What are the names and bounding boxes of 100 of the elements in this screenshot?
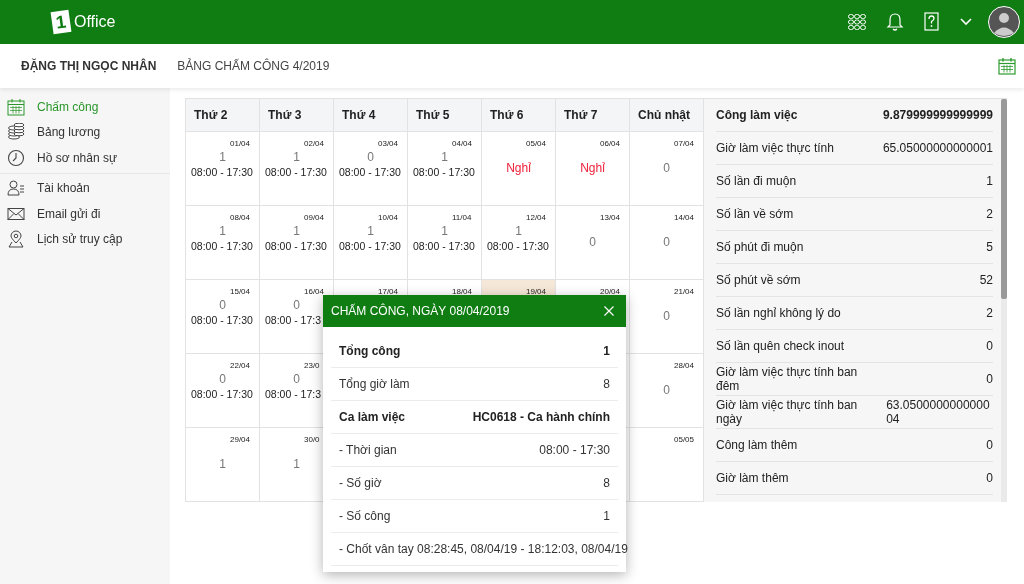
day-off-label: Nghỉ — [580, 161, 605, 175]
apps-grid-icon[interactable] — [848, 14, 866, 30]
summary-label: Số lần quên check inout — [716, 339, 845, 353]
workday-count: 1 — [219, 457, 226, 471]
notification-bell-icon[interactable] — [886, 12, 904, 32]
summary-value: 2 — [986, 306, 993, 320]
day-cell[interactable]: 05/04 Nghỉ — [482, 132, 556, 206]
workday-count: 1 — [367, 224, 374, 238]
workday-count: 1 — [293, 457, 300, 471]
summary-value: 52 — [979, 273, 993, 287]
day-cell[interactable]: 09/04 1 08:00 - 17:30 — [260, 206, 334, 280]
day-cell[interactable]: 21/04 0 — [630, 280, 704, 354]
day-cell[interactable]: 15/04 0 08:00 - 17:30 — [186, 280, 260, 354]
day-cell[interactable]: 03/04 0 08:00 - 17:30 — [334, 132, 408, 206]
day-cell[interactable]: 10/04 1 08:00 - 17:30 — [334, 206, 408, 280]
column-header: Thứ 6 — [482, 99, 556, 132]
day-date: 06/04 — [600, 139, 622, 149]
shift-time: 08:00 - 17:30 — [338, 166, 402, 178]
shift-time: 08:00 - 17:30 — [190, 388, 254, 400]
shift-time: 08:00 - 17:30 — [264, 240, 328, 252]
detail-value: 1 — [603, 344, 610, 358]
shift-time: 08:00 - 17:3 — [264, 388, 323, 400]
logo-text: Office — [74, 13, 116, 31]
shift-time: 08:00 - 17:30 — [412, 166, 476, 178]
detail-label: Tổng giờ làm — [339, 377, 410, 391]
workday-count: 0 — [219, 372, 226, 386]
day-off-label: Nghỉ — [506, 161, 531, 175]
summary-label: Số lần đi muộn — [716, 174, 797, 188]
workday-count: 0 — [589, 235, 596, 249]
day-cell[interactable]: 22/04 0 08:00 - 17:30 — [186, 354, 260, 428]
avatar-icon[interactable] — [988, 6, 1020, 38]
day-cell[interactable]: 28/04 0 — [630, 354, 704, 428]
sidebar-item[interactable]: Hồ sơ nhân sự — [0, 145, 170, 171]
detail-label: - Thời gian — [339, 443, 397, 457]
day-cell[interactable]: 05/05 — [630, 428, 704, 502]
workday-count: 1 — [441, 150, 448, 164]
detail-label: - Số công — [339, 509, 391, 523]
workday-count: 1 — [515, 224, 522, 238]
summary-value: 65.05000000000001 — [882, 141, 993, 155]
summary-label: Giờ làm thêm — [716, 471, 789, 485]
workday-count: 1 — [441, 224, 448, 238]
summary-value: 1 — [986, 174, 993, 188]
day-cell[interactable]: 08/04 1 08:00 - 17:30 — [186, 206, 260, 280]
day-cell[interactable]: 02/04 1 08:00 - 17:30 — [260, 132, 334, 206]
day-date: 05/04 — [526, 139, 548, 149]
detail-text: - Chốt vân tay 08:28:45, 08/04/19 - 18:12:03, 08/04/19 — [339, 542, 628, 556]
workday-count: 1 — [219, 224, 226, 238]
day-date: 11/04 — [452, 213, 473, 223]
summary-label: Giờ làm việc thực tính ban ngày — [716, 398, 859, 426]
page-title: BẢNG CHẤM CÔNG 4/2019 — [177, 59, 330, 73]
day-date: 15/04 — [230, 287, 252, 297]
day-date: 14/04 — [674, 213, 696, 223]
shift-time: 08:00 - 17:30 — [412, 240, 476, 252]
day-date: 09/04 — [304, 213, 326, 223]
sidebar-item[interactable]: Chấm công — [0, 94, 170, 120]
scrollbar[interactable] — [1001, 99, 1007, 502]
user-name: ĐẶNG THỊ NGỌC NHÂN — [21, 59, 157, 73]
close-icon[interactable] — [604, 306, 614, 316]
day-cell[interactable]: 12/04 1 08:00 - 17:30 — [482, 206, 556, 280]
day-date: 10/04 — [378, 213, 400, 223]
day-date: 19/04 — [526, 287, 548, 297]
summary-value: 63.050000000000004 — [886, 398, 991, 426]
calendar-icon[interactable] — [998, 57, 1016, 75]
day-cell[interactable]: 13/04 0 — [556, 206, 630, 280]
day-cell[interactable]: 29/04 1 — [186, 428, 260, 502]
day-date: 22/04 — [230, 361, 252, 371]
column-header: Thứ 4 — [334, 99, 408, 132]
summary-label: Số phút về sớm — [716, 273, 801, 287]
day-cell[interactable]: 01/04 1 08:00 - 17:30 — [186, 132, 260, 206]
summary-label: Công làm việc — [716, 108, 798, 122]
day-cell[interactable]: 07/04 0 — [630, 132, 704, 206]
day-date: 30/0 — [304, 435, 321, 445]
sidebar-item[interactable]: Tài khoản — [0, 175, 170, 201]
summary-value: 0 — [986, 372, 993, 386]
sidebar-item[interactable]: Bảng lương — [0, 119, 170, 145]
day-cell[interactable]: 14/04 0 — [630, 206, 704, 280]
sidebar-item[interactable]: Lịch sử truy cập — [0, 226, 170, 252]
summary-label: Công làm thêm — [716, 438, 798, 452]
summary-value: 0 — [986, 471, 993, 485]
summary-value: 5 — [986, 240, 993, 254]
workday-count: 1 — [293, 150, 300, 164]
workday-count: 0 — [219, 298, 226, 312]
chevron-down-icon[interactable] — [960, 18, 972, 26]
summary-label: Giờ làm việc thực tính — [716, 141, 834, 155]
day-date: 13/04 — [600, 213, 622, 223]
shift-time: 08:00 - 17:30 — [264, 166, 328, 178]
day-cell[interactable]: 04/04 1 08:00 - 17:30 — [408, 132, 482, 206]
detail-value: 8 — [603, 377, 610, 391]
column-header: Thứ 3 — [260, 99, 334, 132]
sidebar-item[interactable]: Email gửi đi — [0, 201, 170, 227]
day-date: 05/05 — [674, 435, 696, 445]
day-date: 28/04 — [674, 361, 696, 371]
summary-value: 2 — [986, 207, 993, 221]
help-icon[interactable] — [924, 12, 940, 32]
day-cell[interactable]: 06/04 Nghỉ — [556, 132, 630, 206]
day-cell[interactable]: 11/04 1 08:00 - 17:30 — [408, 206, 482, 280]
day-date: 20/04 — [600, 287, 622, 297]
summary-label: Số phút đi muộn — [716, 240, 804, 254]
workday-count: 0 — [663, 235, 670, 249]
scrollbar-thumb[interactable] — [1001, 99, 1007, 299]
